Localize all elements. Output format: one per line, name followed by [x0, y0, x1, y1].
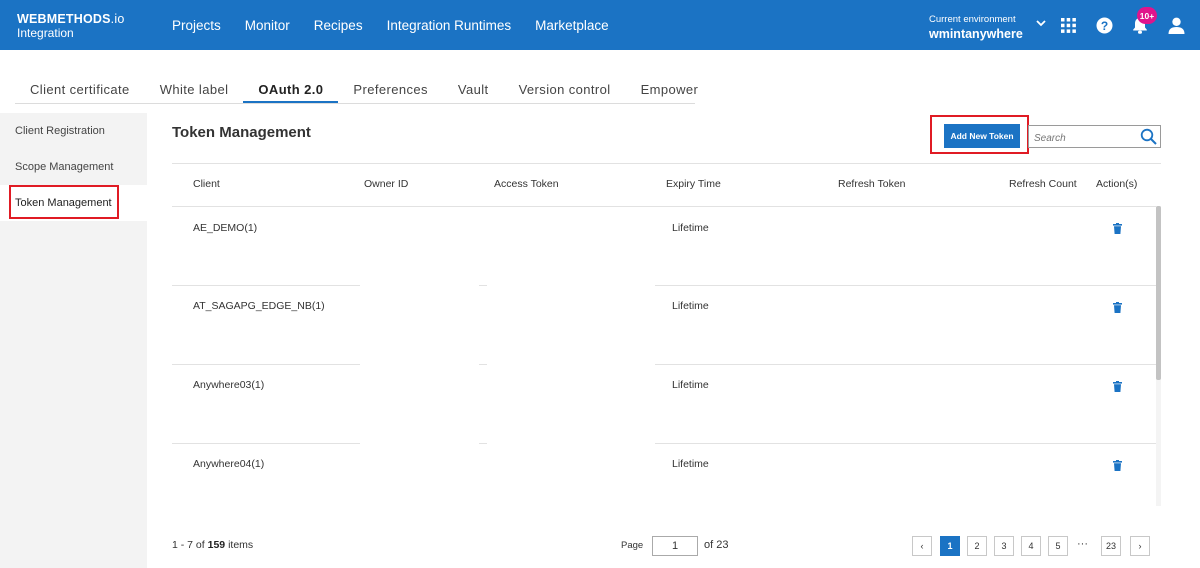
prev-page-button[interactable]: ‹ [912, 536, 932, 556]
cell-client: Anywhere04(1) [193, 458, 265, 470]
notification-badge[interactable]: 10+ [1137, 7, 1157, 24]
brand-subtitle: Integration [17, 26, 74, 40]
cell-expiry-time: Lifetime [672, 300, 709, 312]
sidebar-item-token-management[interactable]: Token Management [0, 185, 147, 221]
page-button-4[interactable]: 4 [1021, 536, 1041, 556]
row-divider [655, 443, 1156, 444]
page-button-5[interactable]: 5 [1048, 536, 1068, 556]
page-button-2[interactable]: 2 [967, 536, 987, 556]
scrollbar-thumb[interactable] [1156, 206, 1161, 380]
row-divider [655, 364, 1156, 365]
nav-marketplace[interactable]: Marketplace [535, 18, 609, 33]
cell-client: AT_SAGAPG_EDGE_NB(1) [193, 300, 325, 312]
column-header-owner-id[interactable]: Owner ID [364, 178, 408, 190]
delete-icon[interactable] [1113, 458, 1122, 476]
nav-projects[interactable]: Projects [172, 18, 221, 33]
cell-expiry-time: Lifetime [672, 222, 709, 234]
delete-icon[interactable] [1113, 300, 1122, 318]
column-header-refresh-token[interactable]: Refresh Token [838, 178, 906, 190]
sidebar-item-scope-management[interactable]: Scope Management [0, 149, 147, 185]
search-input[interactable] [1032, 129, 1141, 147]
tab-preferences[interactable]: Preferences [338, 76, 443, 103]
page-number-input[interactable] [652, 536, 698, 556]
cell-expiry-time: Lifetime [672, 458, 709, 470]
top-bar: WEBMETHODS.io Integration Projects Monit… [0, 0, 1200, 50]
help-icon[interactable]: ? [1095, 16, 1113, 34]
user-icon[interactable] [1167, 16, 1185, 34]
sidebar-item-client-registration[interactable]: Client Registration [0, 113, 147, 149]
tab-vault[interactable]: Vault [443, 76, 504, 103]
page-title: Token Management [172, 124, 311, 141]
row-divider [172, 285, 360, 286]
row-divider [479, 443, 487, 444]
column-header-access-token[interactable]: Access Token [494, 178, 559, 190]
page-label: Page [621, 540, 644, 551]
brand-suffix: .io [110, 12, 125, 26]
row-divider [172, 443, 360, 444]
cell-client: Anywhere03(1) [193, 379, 265, 391]
apps-grid-icon[interactable] [1060, 17, 1076, 33]
items-total: 159 [207, 539, 226, 551]
brand-name: WEBMETHODS [17, 12, 111, 26]
environment-selector[interactable]: Current environment wmintanywhere [929, 13, 1023, 41]
row-divider [655, 285, 1156, 286]
add-new-token-button[interactable]: Add New Token [944, 124, 1020, 148]
page-count: of 23 [704, 539, 729, 551]
row-divider [172, 364, 360, 365]
row-divider [479, 285, 487, 286]
items-range: 1 - 7 of [172, 539, 205, 551]
nav-integration-runtimes[interactable]: Integration Runtimes [387, 18, 512, 33]
tab-client-certificate[interactable]: Client certificate [15, 76, 145, 103]
row-divider [479, 364, 487, 365]
tab-empower[interactable]: Empower [626, 76, 714, 103]
table-header-border [172, 206, 1161, 207]
pagination-ellipsis: ··· [1077, 538, 1088, 550]
page-button-3[interactable]: 3 [994, 536, 1014, 556]
column-header-client[interactable]: Client [193, 178, 220, 190]
cell-client: AE_DEMO(1) [193, 222, 258, 234]
search-box [1028, 125, 1161, 148]
tab-oauth[interactable]: OAuth 2.0 [243, 76, 339, 103]
environment-label: Current environment [929, 14, 1016, 25]
chevron-down-icon[interactable] [1035, 17, 1047, 29]
tab-version-control[interactable]: Version control [504, 76, 626, 103]
delete-icon[interactable] [1113, 379, 1122, 397]
nav-monitor[interactable]: Monitor [245, 18, 290, 33]
settings-tabs: Client certificate White label OAuth 2.0… [15, 76, 698, 104]
next-page-button[interactable]: › [1130, 536, 1150, 556]
main-nav: Projects Monitor Recipes Integration Run… [172, 0, 633, 50]
cell-expiry-time: Lifetime [672, 379, 709, 391]
column-header-actions: Action(s) [1096, 178, 1138, 190]
page-button-1[interactable]: 1 [940, 536, 960, 556]
delete-icon[interactable] [1113, 221, 1122, 239]
svg-text:?: ? [1100, 18, 1107, 32]
page-button-last[interactable]: 23 [1101, 536, 1121, 556]
table-top-border [172, 163, 1161, 164]
column-header-expiry-time[interactable]: Expiry Time [666, 178, 721, 190]
environment-value: wmintanywhere [929, 27, 1023, 41]
items-count: 1 - 7 of 159 items [172, 539, 253, 551]
sidebar: Client Registration Scope Management Tok… [0, 113, 147, 568]
brand-logo[interactable]: WEBMETHODS.io Integration [17, 12, 124, 40]
nav-recipes[interactable]: Recipes [314, 18, 363, 33]
column-header-refresh-count[interactable]: Refresh Count [1009, 178, 1077, 190]
items-word: items [228, 539, 254, 551]
tab-white-label[interactable]: White label [145, 76, 244, 103]
search-icon[interactable] [1140, 128, 1157, 150]
